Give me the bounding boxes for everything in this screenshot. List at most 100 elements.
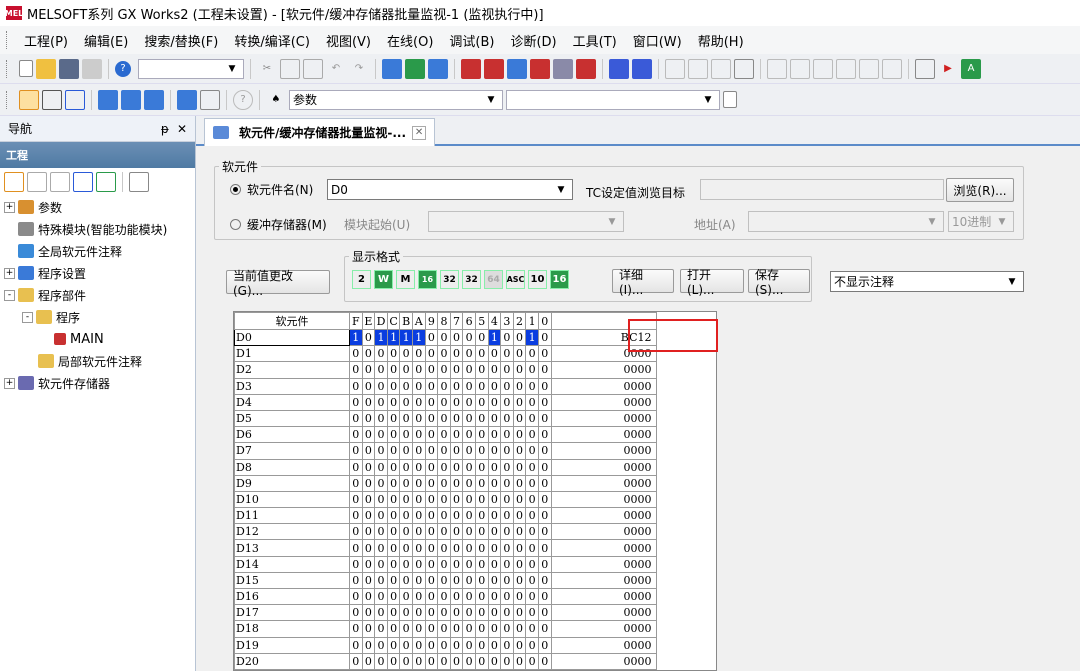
bit-cell[interactable]: 0 bbox=[449, 539, 464, 557]
bit-cell[interactable]: 0 bbox=[424, 409, 439, 428]
bit-cell[interactable]: 0 bbox=[424, 328, 439, 347]
bit-cell[interactable]: 0 bbox=[437, 345, 451, 363]
bit-cell[interactable]: 0 bbox=[361, 458, 376, 476]
verify-plc-icon[interactable] bbox=[428, 58, 448, 79]
redo-icon[interactable]: ↷ bbox=[349, 59, 369, 79]
bit-cell[interactable]: 0 bbox=[525, 345, 539, 363]
bit-cell[interactable]: 0 bbox=[424, 555, 439, 573]
device-cell[interactable]: D9 bbox=[234, 474, 350, 492]
bit-cell[interactable]: 0 bbox=[449, 523, 464, 541]
bit-cell[interactable]: 0 bbox=[424, 361, 439, 379]
bit-cell[interactable]: 0 bbox=[349, 507, 363, 525]
device-cell[interactable]: D1 bbox=[234, 345, 350, 363]
bit-cell[interactable]: 0 bbox=[525, 636, 539, 654]
bit-cell[interactable]: 0 bbox=[474, 377, 489, 395]
bit-cell[interactable]: 0 bbox=[525, 652, 539, 670]
bit-cell[interactable]: 0 bbox=[462, 377, 476, 395]
bit-cell[interactable]: 0 bbox=[386, 620, 401, 638]
bit-cell[interactable]: 0 bbox=[437, 507, 451, 525]
paste-data-icon[interactable] bbox=[50, 172, 70, 192]
bit-cell[interactable]: 0 bbox=[537, 490, 552, 509]
value-cell[interactable]: 0000 bbox=[550, 604, 657, 622]
bit-cell[interactable]: 0 bbox=[462, 571, 476, 590]
bit-cell[interactable]: 0 bbox=[411, 442, 426, 460]
bit-cell[interactable]: 0 bbox=[411, 571, 426, 590]
format-hex-button[interactable]: 16 bbox=[550, 270, 569, 289]
device-cell[interactable]: D0 bbox=[234, 328, 350, 347]
bit-cell[interactable]: 0 bbox=[487, 507, 502, 525]
bit-cell[interactable]: 0 bbox=[537, 507, 552, 525]
bit-cell[interactable]: 0 bbox=[437, 604, 451, 622]
bit-cell[interactable]: 0 bbox=[474, 571, 489, 590]
bit-cell[interactable]: 0 bbox=[361, 587, 376, 606]
tree-item-program-setting[interactable]: + 程序设置 bbox=[4, 262, 195, 284]
bit-cell[interactable]: 0 bbox=[361, 604, 376, 622]
bit-cell[interactable]: 0 bbox=[411, 636, 426, 654]
bit-cell[interactable]: 0 bbox=[424, 587, 439, 606]
bit-cell[interactable]: 0 bbox=[449, 474, 464, 492]
bit-cell[interactable]: 0 bbox=[361, 426, 376, 444]
table-row[interactable]: D16 0 0 0 0 0 0 0 0 0 0 0 0 0 0 0 0 0000 bbox=[234, 587, 657, 606]
tree-item-special-module[interactable]: 特殊模块(智能功能模块) bbox=[4, 218, 195, 240]
bit-cell[interactable]: 0 bbox=[449, 636, 464, 654]
bit-cell[interactable]: 0 bbox=[437, 620, 451, 638]
tree-item-program-parts[interactable]: - 程序部件 bbox=[4, 284, 195, 306]
table-row[interactable]: D11 0 0 0 0 0 0 0 0 0 0 0 0 0 0 0 0 0000 bbox=[234, 507, 657, 525]
bit-cell[interactable]: 0 bbox=[449, 393, 464, 411]
bit-cell[interactable]: 0 bbox=[449, 328, 464, 347]
bit-cell[interactable]: 0 bbox=[487, 409, 502, 428]
bit-cell[interactable]: 0 bbox=[411, 409, 426, 428]
dev-icon[interactable] bbox=[98, 89, 118, 110]
dev-icon-3[interactable] bbox=[144, 89, 164, 110]
bit-cell[interactable]: 0 bbox=[537, 361, 552, 379]
bit-cell[interactable]: 0 bbox=[361, 345, 376, 363]
bit-cell[interactable]: 0 bbox=[474, 539, 489, 557]
bit-cell[interactable]: 1 bbox=[386, 328, 401, 347]
expand-icon[interactable]: + bbox=[4, 377, 15, 389]
device-cell[interactable]: D13 bbox=[234, 539, 350, 557]
bit-cell[interactable]: 0 bbox=[537, 555, 552, 573]
bit-cell[interactable]: 0 bbox=[537, 604, 552, 622]
bit-cell[interactable]: 0 bbox=[411, 458, 426, 476]
project-view-icon[interactable] bbox=[19, 89, 39, 110]
bit-cell[interactable]: 0 bbox=[462, 409, 476, 428]
bit-cell[interactable]: 0 bbox=[449, 409, 464, 428]
bit-cell[interactable]: 0 bbox=[512, 393, 527, 411]
bit-cell[interactable]: 0 bbox=[537, 345, 552, 363]
bit-cell[interactable]: 0 bbox=[399, 507, 413, 525]
bit-cell[interactable]: 0 bbox=[474, 442, 489, 460]
bit-cell[interactable]: 0 bbox=[537, 328, 552, 347]
bit-cell[interactable]: 0 bbox=[474, 361, 489, 379]
bit-cell[interactable]: 0 bbox=[424, 636, 439, 654]
bit-cell[interactable]: 0 bbox=[361, 393, 376, 411]
bit-cell[interactable]: 0 bbox=[474, 345, 489, 363]
bit-cell[interactable]: 0 bbox=[512, 507, 527, 525]
bit-cell[interactable]: 0 bbox=[424, 604, 439, 622]
comment-icon[interactable] bbox=[915, 58, 935, 79]
bit-cell[interactable]: 0 bbox=[424, 442, 439, 460]
bit-cell[interactable]: 0 bbox=[424, 652, 439, 670]
bit-cell[interactable]: 0 bbox=[487, 555, 502, 573]
bit-cell[interactable]: 0 bbox=[449, 571, 464, 590]
bit-cell[interactable]: 0 bbox=[386, 377, 401, 395]
device-cell[interactable]: D2 bbox=[234, 361, 350, 379]
bit-cell[interactable]: 0 bbox=[411, 377, 426, 395]
bit-cell[interactable]: 0 bbox=[525, 442, 539, 460]
sort-icon[interactable] bbox=[129, 172, 149, 192]
format-32bit-real-button[interactable]: 32 bbox=[462, 270, 481, 289]
table-row[interactable]: D20 0 0 0 0 0 0 0 0 0 0 0 0 0 0 0 0 0000 bbox=[234, 652, 657, 670]
menu-help[interactable]: 帮助(H) bbox=[690, 28, 752, 53]
bit-cell[interactable]: 0 bbox=[437, 377, 451, 395]
bit-cell[interactable]: 0 bbox=[386, 539, 401, 557]
bit-cell[interactable]: 0 bbox=[424, 377, 439, 395]
parameter-combo[interactable]: 参数 ▼ bbox=[289, 89, 503, 110]
table-row[interactable]: D5 0 0 0 0 0 0 0 0 0 0 0 0 0 0 0 0 0000 bbox=[234, 409, 657, 428]
bit-cell[interactable]: 0 bbox=[386, 636, 401, 654]
device-cell[interactable]: D6 bbox=[234, 426, 350, 444]
bit-cell[interactable]: 0 bbox=[399, 652, 413, 670]
save-button[interactable]: 保存(S)... bbox=[748, 268, 810, 297]
bit-cell[interactable]: 0 bbox=[399, 604, 413, 622]
pin-icon[interactable]: ᵽ bbox=[161, 122, 169, 136]
bit-cell[interactable]: 0 bbox=[349, 620, 363, 638]
bit-cell[interactable]: 0 bbox=[525, 393, 539, 411]
